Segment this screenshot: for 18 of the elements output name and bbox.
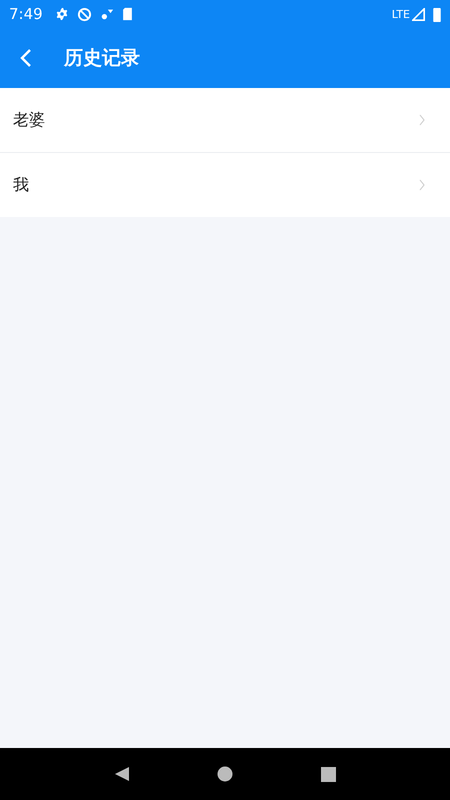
signal-icon [412, 8, 425, 20]
status-time: 7:49 [9, 5, 43, 23]
back-icon[interactable] [20, 48, 32, 68]
history-item[interactable]: 老婆 [0, 88, 450, 153]
recents-nav-icon[interactable] [321, 766, 336, 782]
circle-icon [76, 6, 92, 22]
sd-card-icon [122, 7, 133, 21]
chevron-icon [419, 114, 425, 126]
item-label: 老婆 [13, 110, 46, 130]
home-nav-icon[interactable] [217, 766, 234, 782]
page-title: 历史记录 [64, 46, 140, 71]
network-label: LTE [392, 8, 410, 20]
battery-icon [433, 6, 441, 22]
item-label: 我 [13, 174, 30, 196]
chevron-icon [419, 179, 425, 191]
history-item[interactable]: 我 [0, 153, 450, 217]
gear-icon [54, 7, 69, 21]
back-nav-icon[interactable] [114, 766, 130, 782]
